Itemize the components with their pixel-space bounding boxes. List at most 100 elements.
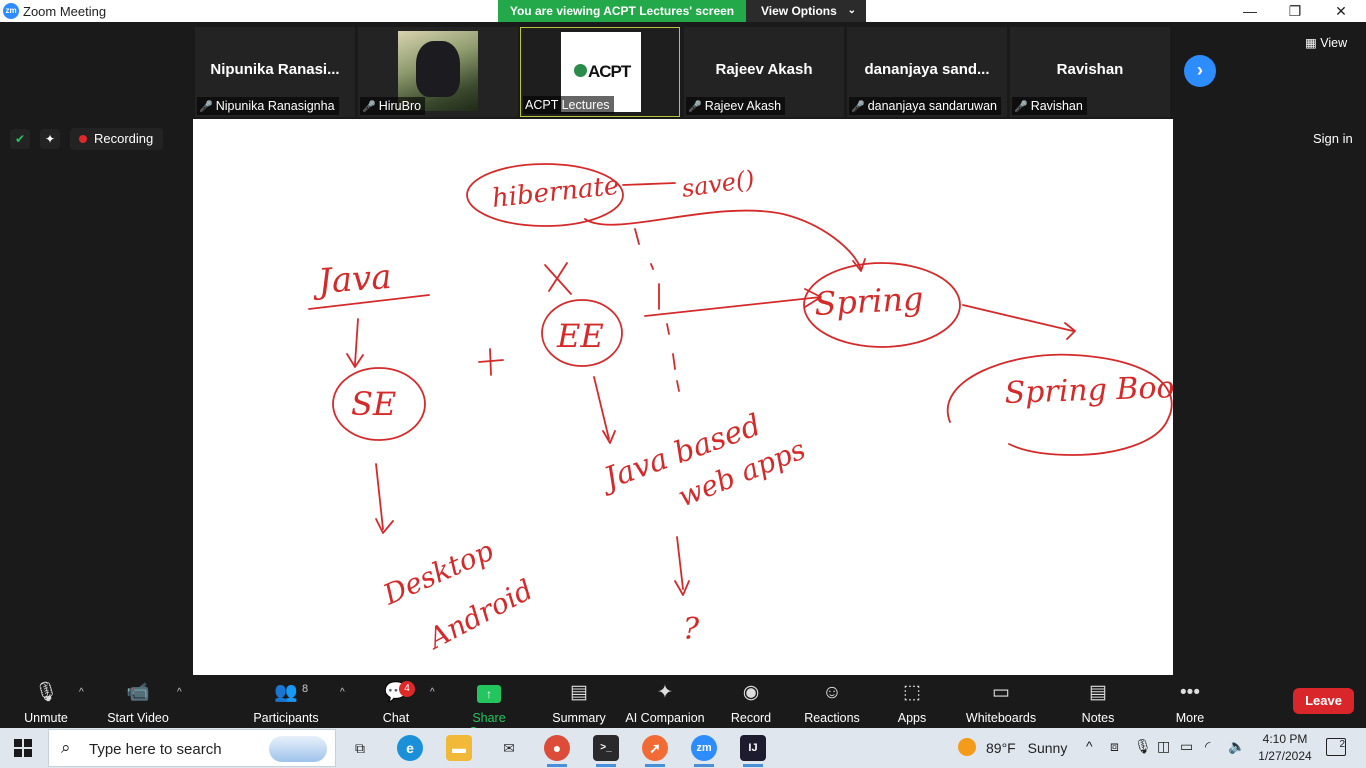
participant-label: 🎤 Ravishan <box>1012 97 1087 115</box>
ai-companion-button[interactable]: ✦ AI Companion <box>624 681 706 725</box>
view-options-label: View Options <box>761 4 837 18</box>
more-dots-icon: ••• <box>1180 682 1200 703</box>
start-video-label: Start Video <box>107 711 169 725</box>
apps-label: Apps <box>897 711 927 725</box>
video-off-icon: 📹 <box>126 682 150 703</box>
participant-tile[interactable]: Nipunika Ranasi... 🎤 Nipunika Ranasignha <box>195 27 355 117</box>
java-word: Java <box>311 257 393 302</box>
microphone-icon[interactable]: 🎙 <box>1134 738 1152 755</box>
intellij-icon[interactable]: IJ <box>740 735 766 767</box>
notes-icon: ▤ <box>1089 682 1107 703</box>
summary-button[interactable]: ▤ Summary <box>550 681 608 725</box>
ai-sparkle-icon[interactable]: ✦ <box>40 129 60 149</box>
grid-icon: ▦ <box>1305 36 1317 50</box>
chevron-up-icon: ^ <box>430 687 435 698</box>
chat-button[interactable]: 💬 Chat 4 <box>378 681 415 725</box>
mail-icon[interactable]: ✉ <box>496 735 522 761</box>
leave-button[interactable]: Leave <box>1293 688 1354 714</box>
windows-start-icon[interactable] <box>14 739 32 757</box>
recording-dot-icon <box>79 135 87 143</box>
weather-widget[interactable]: 89°F Sunny <box>958 738 1068 758</box>
zoom-taskbar-icon[interactable]: zm <box>691 735 717 767</box>
hibernate-to-spring-arrow <box>584 209 866 272</box>
notes-button[interactable]: ▤ Notes <box>1078 681 1118 725</box>
close-button[interactable]: ✕ <box>1318 0 1364 22</box>
start-video-button[interactable]: 📹 Start Video <box>105 681 171 725</box>
record-icon: ◉ <box>742 682 760 703</box>
window-title: Zoom Meeting <box>23 4 107 19</box>
view-button[interactable]: ▦ View <box>1305 35 1347 50</box>
spring-word: Spring <box>813 279 924 323</box>
task-view-icon[interactable]: ⧉ <box>347 735 373 761</box>
chevron-up-icon: ^ <box>79 687 84 698</box>
summary-icon: ▤ <box>570 682 588 703</box>
participant-name: HiruBro <box>378 99 422 113</box>
record-button[interactable]: ◉ Record <box>728 681 774 725</box>
meet-now-icon[interactable]: ⧈ <box>1110 738 1119 755</box>
chevron-down-icon: ⌄ <box>847 5 856 16</box>
participant-tile-active[interactable]: ACPT ACPT Lectures <box>520 27 680 117</box>
acpt-logo-emblem <box>574 64 587 77</box>
next-page-button[interactable]: › <box>1184 55 1216 87</box>
unmute-button[interactable]: 🎙 Unmute <box>20 681 72 725</box>
participant-name: dananjaya sandaruwan <box>867 99 997 113</box>
postman-icon[interactable]: ➚ <box>642 735 668 767</box>
recording-indicator[interactable]: Recording <box>70 128 164 150</box>
edge-browser-icon[interactable]: e <box>397 735 423 761</box>
camera-icon[interactable]: ◫ <box>1157 738 1170 755</box>
encryption-shield-icon[interactable]: ✔ <box>10 129 30 149</box>
record-label: Record <box>730 711 772 725</box>
hibernate-word: hibernate <box>491 171 621 214</box>
clock-date: 1/27/2024 <box>1258 749 1312 763</box>
question-arrow <box>674 536 690 596</box>
meeting-toolbar: 🎙 Unmute ^ 📹 Start Video ^ 👥 Participant… <box>0 675 1366 739</box>
participant-name: Ravishan <box>1030 99 1083 113</box>
participant-display-name: dananjaya sand... <box>864 61 990 78</box>
apps-icon: ⬚ <box>903 682 921 703</box>
battery-icon[interactable]: ▭ <box>1180 738 1193 755</box>
participant-tile[interactable]: Ravishan 🎤 Ravishan <box>1010 27 1170 117</box>
dragon-picture <box>416 41 460 97</box>
weather-temp: 89°F <box>986 740 1016 756</box>
notes-label: Notes <box>1081 711 1115 725</box>
participants-button[interactable]: 👥 Participants 8 <box>252 681 320 725</box>
ee-word: EE <box>556 317 604 355</box>
participant-strip: ▦ View Nipunika Ranasi... 🎤 Nipunika Rana… <box>0 22 1366 119</box>
apps-button[interactable]: ⬚ Apps <box>893 681 931 725</box>
whiteboards-button[interactable]: ▭ Whiteboards <box>963 681 1039 725</box>
wifi-icon[interactable]: ◜ <box>1205 738 1210 755</box>
participant-tile[interactable]: dananjaya sand... 🎤 dananjaya sandaruwan <box>847 27 1007 117</box>
x-mark <box>544 262 572 295</box>
clock-time: 4:10 PM <box>1262 732 1308 746</box>
more-button[interactable]: ••• More <box>1170 681 1210 725</box>
notification-count: 2 <box>1339 739 1345 750</box>
taskbar-search-box[interactable]: ⌕ Type here to search <box>48 729 336 767</box>
chevron-up-icon[interactable]: ^ <box>1086 738 1093 754</box>
mic-muted-icon: 🎤 <box>688 101 702 113</box>
sign-in-link[interactable]: Sign in <box>1313 131 1353 146</box>
volume-muted-icon[interactable]: 🔈 <box>1228 738 1245 755</box>
whiteboard-ink: hibernate save() Java SE EE Spring Sprin… <box>308 163 1173 657</box>
windows-taskbar: ⌕ Type here to search ⧉ e ▬ ✉ ● >_ ➚ zm … <box>0 728 1366 768</box>
participants-count: 8 <box>302 683 309 695</box>
zoom-logo-icon: zm <box>3 3 19 19</box>
java-to-se-arrow <box>346 318 364 368</box>
participant-label: 🎤 HiruBro <box>360 97 426 115</box>
restore-button[interactable]: ❐ <box>1272 0 1318 22</box>
system-clock[interactable]: 4:10 PM 1/27/2024 <box>1253 731 1317 765</box>
file-explorer-icon[interactable]: ▬ <box>446 735 472 761</box>
more-label: More <box>1175 711 1205 725</box>
terminal-icon[interactable]: >_ <box>593 735 619 767</box>
question-word: ? <box>683 612 700 647</box>
weather-text: Sunny <box>1027 740 1068 756</box>
reactions-button[interactable]: ☺ Reactions <box>802 681 862 725</box>
minimize-button[interactable]: — <box>1227 0 1273 22</box>
chrome-icon[interactable]: ● <box>544 735 570 767</box>
se-word: SE <box>351 385 396 423</box>
view-options-button[interactable]: View Options ⌄ <box>746 0 866 22</box>
sun-icon <box>958 738 976 757</box>
participant-tile[interactable]: 🎤 HiruBro <box>358 27 518 117</box>
notification-center-icon[interactable]: 2 <box>1326 738 1346 756</box>
participant-tile[interactable]: Rajeev Akash 🎤 Rajeev Akash <box>684 27 844 117</box>
participant-name: ACPT Lectures <box>525 98 610 112</box>
